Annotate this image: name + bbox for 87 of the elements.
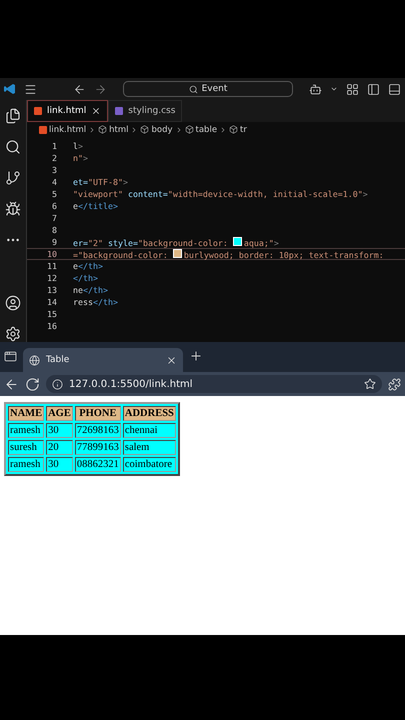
table-cell: ramesh	[8, 457, 44, 472]
address-bar[interactable]: 127.0.0.1:5500/link.html	[46, 375, 382, 393]
code-line: e</th>	[73, 261, 103, 271]
code-line: ress</th>	[73, 297, 118, 307]
info-icon	[52, 378, 63, 390]
element-icon	[140, 125, 150, 134]
line-number: 9	[51, 237, 58, 247]
menu-icon[interactable]	[24, 82, 37, 96]
code-line: n">	[73, 153, 88, 163]
table-cell: 08862321	[74, 457, 121, 472]
search-icon	[188, 84, 198, 94]
code-line: ="background-color: burlywood; border: 10px; text-transform:	[73, 248, 384, 260]
debug-icon[interactable]	[5, 201, 21, 217]
sidebar-toggle-icon[interactable]	[367, 82, 380, 96]
file-icon	[115, 107, 124, 115]
line-number: 2	[51, 153, 58, 163]
bookmark-icon[interactable]	[364, 378, 376, 390]
file-icon	[39, 126, 47, 134]
column-header: PHONE	[74, 406, 121, 421]
code-line: </th>	[73, 273, 98, 283]
code-line: er="2" style="background-color: aqua;">	[73, 236, 279, 248]
panel-toggle-icon[interactable]	[388, 82, 401, 96]
code-line: et="UTF-8">	[73, 177, 128, 187]
code-line: l>	[73, 141, 83, 151]
element-icon	[229, 125, 238, 134]
command-search[interactable]: Event	[123, 81, 293, 97]
table-cell: ramesh	[8, 423, 44, 438]
breadcrumb-item[interactable]: body	[151, 124, 173, 134]
reload-icon[interactable]	[25, 376, 40, 392]
line-number: 4	[51, 177, 58, 187]
table-cell: chennai	[122, 423, 176, 438]
table-cell: 77899163	[74, 440, 121, 455]
column-header: ADDRESS	[122, 406, 176, 421]
search-text: Event	[202, 84, 228, 94]
line-number: 3	[51, 165, 58, 175]
layout-icon[interactable]	[346, 82, 359, 96]
line-number: 11	[46, 261, 58, 271]
editor-tab[interactable]: styling.css	[108, 100, 182, 122]
extensions-icon[interactable]	[388, 378, 401, 390]
close-icon[interactable]	[91, 106, 102, 116]
breadcrumb-item[interactable]: tr	[240, 124, 247, 134]
search-icon[interactable]	[5, 139, 21, 155]
account-icon[interactable]	[5, 295, 21, 311]
back-icon[interactable]	[73, 82, 86, 96]
close-icon[interactable]	[166, 354, 177, 366]
forward-icon[interactable]	[94, 82, 107, 96]
assistant-icon[interactable]	[309, 82, 322, 96]
table-cell: 72698163	[74, 423, 121, 438]
line-number: 13	[46, 285, 58, 295]
column-header: AGE	[46, 406, 73, 421]
breadcrumb-item[interactable]: html	[109, 124, 128, 134]
table-cell: salem	[122, 440, 176, 455]
breadcrumb-item[interactable]: link.html	[49, 124, 86, 134]
table-cell: 30	[46, 457, 73, 472]
settings-icon[interactable]	[5, 326, 21, 342]
table-cell: 20	[46, 440, 73, 455]
line-number: 14	[46, 297, 58, 307]
explorer-icon[interactable]	[5, 108, 21, 124]
column-header: NAME	[8, 406, 44, 421]
line-number: 6	[51, 201, 58, 211]
element-icon	[98, 125, 108, 134]
table-cell: suresh	[8, 440, 44, 455]
code-line: ne</th>	[73, 285, 108, 295]
code-line: e</title>	[73, 201, 118, 211]
line-number: 8	[51, 225, 58, 235]
line-number: 16	[46, 321, 58, 331]
source-control-icon[interactable]	[5, 170, 21, 186]
tab-actions-icon[interactable]	[4, 350, 17, 362]
browser-tab[interactable]: Table	[23, 348, 183, 372]
back-icon[interactable]	[4, 376, 19, 392]
element-icon	[184, 125, 194, 134]
code-line: "viewport" content="width=device-width, initial-scale=1.0">	[73, 189, 368, 199]
line-number: 10	[46, 249, 58, 259]
line-number: 1	[51, 141, 58, 151]
line-number: 7	[51, 213, 58, 223]
line-number: 12	[46, 273, 58, 283]
line-number: 15	[46, 309, 58, 319]
table-cell: coimbatore	[122, 457, 176, 472]
breadcrumb-item[interactable]: table	[196, 124, 218, 134]
table-cell: 30	[46, 423, 73, 438]
editor-logo-icon	[4, 83, 16, 95]
new-tab-icon[interactable]	[189, 348, 203, 362]
dropdown-icon[interactable]	[330, 85, 338, 93]
globe-icon	[29, 354, 40, 366]
file-icon	[34, 107, 42, 115]
editor-tab[interactable]: link.html	[27, 100, 108, 122]
line-number: 5	[51, 189, 58, 199]
